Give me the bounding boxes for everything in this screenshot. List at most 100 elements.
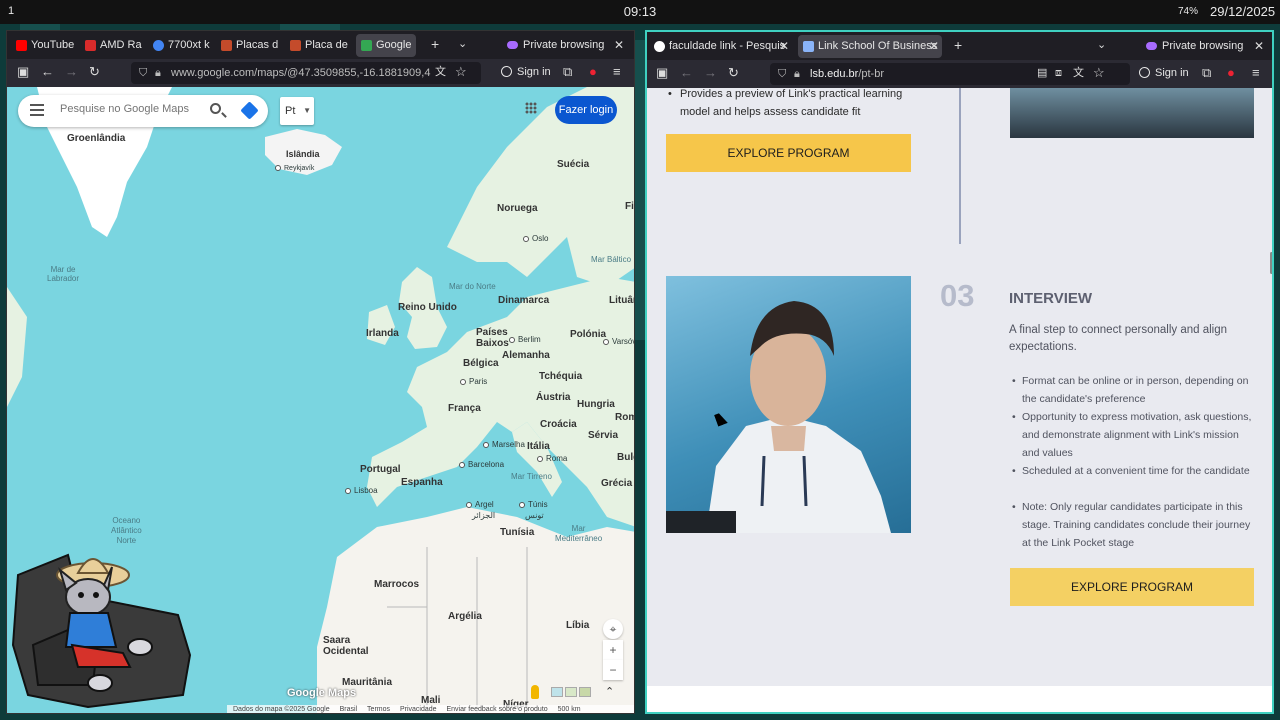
step-number: 03: [940, 278, 975, 313]
login-button[interactable]: Fazer login: [555, 96, 617, 124]
private-mask-icon: [507, 41, 518, 49]
close-window-icon[interactable]: ✕: [613, 39, 625, 51]
map-footer: Dados do mapa ©2025 Google Brasil Termos…: [227, 705, 634, 713]
hamburger-menu-icon[interactable]: [30, 104, 44, 116]
private-mask-icon: [1146, 42, 1157, 50]
map-type-thumb[interactable]: [579, 687, 591, 697]
terms-link[interactable]: Termos: [367, 706, 390, 713]
close-tab-icon[interactable]: ✕: [778, 40, 790, 52]
privacy-link[interactable]: Privacidade: [400, 706, 437, 713]
directions-icon[interactable]: [240, 101, 259, 120]
screenshot-icon[interactable]: ⧈: [1055, 66, 1062, 80]
forward-icon[interactable]: →: [65, 65, 78, 79]
scale-label[interactable]: 500 km: [558, 706, 581, 713]
tab-label: Placa de: [305, 39, 348, 51]
workspace-indicator[interactable]: 1: [8, 5, 14, 17]
map-label: Bélgica: [463, 358, 499, 369]
map-label: Islândia: [286, 149, 320, 159]
map-label: Dinamarca: [498, 295, 550, 306]
back-icon[interactable]: ←: [41, 65, 54, 79]
map-label: Espanha: [401, 477, 443, 488]
clock: 09:13: [623, 4, 657, 19]
interview-photo: [666, 276, 911, 533]
tab-7700xt[interactable]: 7700xt k: [148, 34, 212, 57]
google-apps-grid-icon[interactable]: [525, 102, 537, 114]
tab-google-maps[interactable]: Google: [356, 34, 416, 57]
sidebar-toggle-icon[interactable]: ▣: [17, 65, 29, 79]
reload-icon[interactable]: ↻: [728, 66, 739, 80]
url-path: /pt-br: [858, 68, 884, 80]
sign-in-button[interactable]: Sign in: [1139, 66, 1189, 80]
region-link[interactable]: Brasil: [340, 706, 358, 713]
menu-icon[interactable]: ≡: [1252, 66, 1260, 80]
map-label: Berlim: [509, 335, 541, 344]
tab-list-chevron-icon[interactable]: ⌄: [458, 37, 467, 51]
forward-icon[interactable]: →: [704, 66, 717, 80]
ublock-icon[interactable]: ●: [1227, 66, 1235, 80]
tab-strip: faculdade link - Pesquis ✕ Link School O…: [647, 32, 1272, 60]
sign-in-button[interactable]: Sign in: [501, 65, 551, 79]
translate-icon[interactable]: 文: [1073, 66, 1084, 80]
close-tab-icon[interactable]: ✕: [928, 40, 940, 52]
my-location-icon[interactable]: ⌖: [603, 619, 623, 639]
sidebar-toggle-icon[interactable]: ▣: [656, 66, 668, 80]
map-label: Rom: [615, 412, 634, 423]
back-icon[interactable]: ←: [680, 66, 693, 80]
translate-icon[interactable]: 文: [435, 65, 446, 79]
street-view-pegman-icon[interactable]: [531, 685, 539, 699]
tab-list-chevron-icon[interactable]: ⌄: [1097, 38, 1106, 52]
account-icon: [1139, 67, 1150, 78]
zoom-out-button[interactable]: −: [603, 660, 623, 680]
map-label: Saara Ocidental: [323, 635, 369, 657]
zoom-in-button[interactable]: +: [603, 640, 623, 660]
new-tab-icon[interactable]: +: [431, 37, 439, 51]
map-label: Reino Unido: [398, 302, 457, 313]
address-bar[interactable]: ⛉ 🔒︎ www.google.com/maps/@47.3509855,-16…: [131, 62, 481, 84]
map-label: Marselha: [483, 440, 525, 449]
tab-placa[interactable]: Placa de: [285, 34, 349, 57]
reader-view-icon[interactable]: ▤: [1037, 66, 1047, 80]
google-icon: [654, 41, 665, 52]
store-icon: [221, 40, 232, 51]
scrollbar-thumb[interactable]: [1270, 252, 1272, 274]
private-browsing-indicator: Private browsing: [1146, 35, 1243, 58]
menu-icon[interactable]: ≡: [613, 65, 621, 79]
maps-search-input[interactable]: [60, 103, 205, 115]
map-label: Hungria: [577, 399, 615, 410]
bookmark-star-icon[interactable]: ☆: [1093, 66, 1105, 80]
battery-level: 74%: [1178, 6, 1199, 17]
map-layer-selector[interactable]: Pt ▼: [280, 97, 314, 125]
bookmark-star-icon[interactable]: ☆: [455, 65, 467, 79]
map-label: Mar do Norte: [449, 282, 496, 291]
map-label: Mar Báltico: [591, 255, 632, 264]
map-label: Barcelona: [459, 460, 504, 469]
extensions-icon[interactable]: ⧉: [1202, 66, 1211, 80]
feedback-link[interactable]: Enviar feedback sobre o produto: [446, 706, 547, 713]
tab-search-faculdade[interactable]: faculdade link - Pesquis: [649, 35, 795, 58]
map-type-thumb[interactable]: [551, 687, 563, 697]
map-label: Polónia: [570, 329, 607, 340]
tab-link-school[interactable]: Link School Of Business: [798, 35, 942, 58]
explore-program-button-2[interactable]: EXPLORE PROGRAM: [1010, 568, 1254, 606]
map-label: Túnis: [519, 500, 548, 509]
explore-program-button[interactable]: EXPLORE PROGRAM: [666, 134, 911, 172]
tab-amd[interactable]: AMD Ra: [80, 34, 144, 57]
search-icon[interactable]: [210, 103, 221, 114]
ublock-icon[interactable]: ●: [589, 65, 597, 79]
extensions-icon[interactable]: ⧉: [563, 65, 572, 79]
map-label: Argélia: [448, 611, 482, 622]
map-type-thumb[interactable]: [565, 687, 577, 697]
close-window-icon[interactable]: ✕: [1253, 40, 1265, 52]
map-label: Portugal: [360, 464, 401, 475]
google-icon: [153, 40, 164, 51]
expand-up-icon[interactable]: ⌃: [605, 685, 614, 699]
sign-in-label: Sign in: [1155, 67, 1189, 79]
map-label: Alemanha: [502, 350, 550, 361]
tab-label: Placas d: [236, 39, 279, 51]
tab-youtube[interactable]: YouTube: [11, 34, 77, 57]
map-label: Croácia: [540, 419, 577, 430]
new-tab-icon[interactable]: +: [954, 38, 962, 52]
reload-icon[interactable]: ↻: [89, 65, 100, 79]
link-school-icon: [803, 41, 814, 52]
tab-placas[interactable]: Placas d: [216, 34, 280, 57]
